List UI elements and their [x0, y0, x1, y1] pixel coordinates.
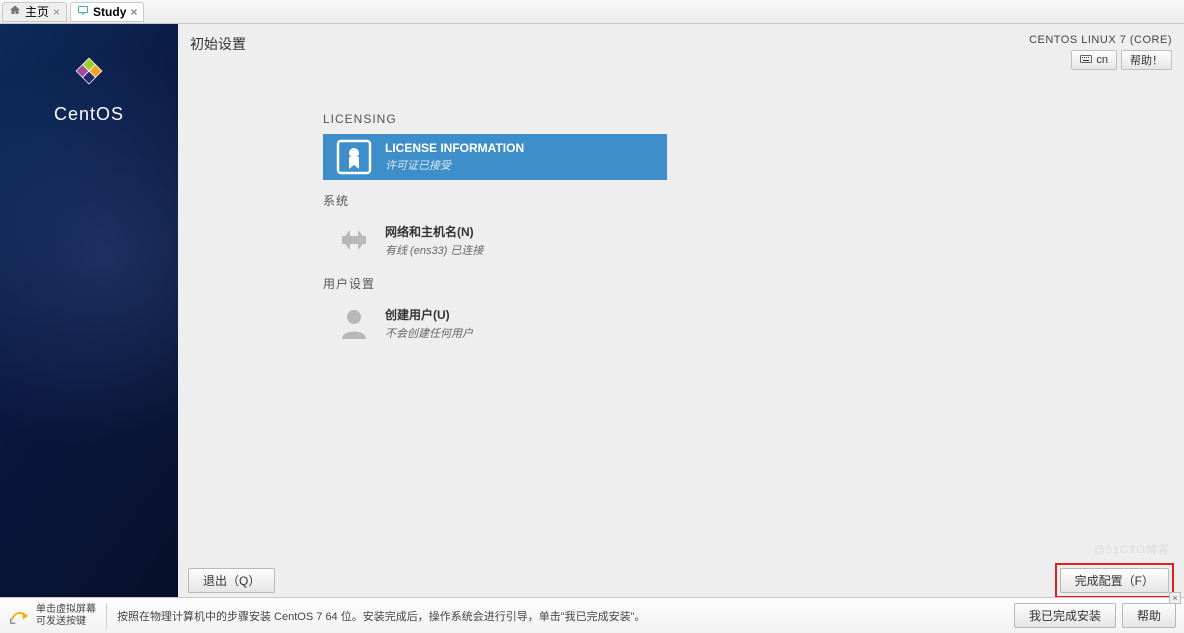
spoke-license-information[interactable]: LICENSE INFORMATION 许可证已接受 [323, 134, 667, 180]
done-install-button[interactable]: 我已完成安装 [1014, 603, 1116, 628]
vmware-click-hint-line2: 可发送按键 [36, 616, 96, 628]
page-title: 初始设置 [190, 34, 246, 54]
vmware-help-button[interactable]: 帮助 [1122, 603, 1176, 628]
cursor-bounce-icon [8, 603, 30, 628]
keyboard-layout-button[interactable]: cn [1071, 50, 1117, 70]
spoke-create-user[interactable]: 创建用户(U) 不会创建任何用户 [323, 300, 667, 346]
tab-home-close[interactable]: × [53, 6, 60, 18]
tab-home-label: 主页 [25, 3, 49, 20]
spoke-license-sub: 许可证已接受 [385, 157, 524, 173]
keyboard-icon [1080, 54, 1092, 67]
finish-configuration-button[interactable]: 完成配置（F） [1060, 568, 1169, 593]
spoke-network-title: 网络和主机名(N) [385, 223, 483, 240]
section-user-heading: 用户设置 [323, 275, 1184, 292]
vmware-click-hint: 单击虚拟屏幕 可发送按键 [36, 604, 96, 628]
vm-icon [77, 4, 89, 19]
tab-study-label: Study [93, 5, 126, 19]
keyboard-layout-code: cn [1096, 54, 1108, 66]
network-icon [331, 220, 377, 260]
home-icon [9, 4, 21, 19]
section-licensing-heading: LICENSING [323, 112, 1184, 126]
spoke-user-sub: 不会创建任何用户 [385, 325, 473, 341]
centos-brand-text: CentOS [54, 104, 124, 125]
vmware-install-instruction: 按照在物理计算机中的步骤安装 CentOS 7 64 位。安装完成后，操作系统会… [117, 608, 646, 624]
content-header: 初始设置 CENTOS LINUX 7 (CORE) cn 帮助！ [178, 24, 1184, 82]
vmware-hint-bar: × 单击虚拟屏幕 可发送按键 按照在物理计算机中的步骤安装 CentOS 7 6… [0, 597, 1184, 633]
spokes-container: LICENSING LICENSE INFORMATION 许可证已接受 系统 [178, 82, 1184, 346]
help-button-label: 帮助！ [1130, 52, 1163, 68]
installer-content: 初始设置 CENTOS LINUX 7 (CORE) cn 帮助！ [178, 24, 1184, 597]
vm-display-area: CentOS 初始设置 CENTOS LINUX 7 (CORE) cn 帮助！ [0, 24, 1184, 597]
finish-button-highlight: 完成配置（F） [1055, 563, 1174, 598]
spoke-license-title: LICENSE INFORMATION [385, 141, 524, 155]
product-name: CENTOS LINUX 7 (CORE) [1029, 34, 1172, 46]
help-button[interactable]: 帮助！ [1121, 50, 1172, 70]
tab-home[interactable]: 主页 × [2, 2, 67, 22]
tab-study-close[interactable]: × [130, 6, 137, 18]
app-tabbar: 主页 × Study × [0, 0, 1184, 24]
vmware-bar-separator [106, 603, 107, 629]
license-icon [331, 137, 377, 177]
installer-footer: 退出（Q） 完成配置（F） [178, 563, 1184, 597]
quit-button[interactable]: 退出（Q） [188, 568, 275, 593]
spoke-network-hostname[interactable]: 网络和主机名(N) 有线 (ens33) 已连接 [323, 217, 667, 263]
section-system-heading: 系统 [323, 192, 1184, 209]
watermark-text: @51CTO博客 [1094, 541, 1170, 557]
tab-study[interactable]: Study × [70, 2, 144, 22]
centos-logo-icon [67, 49, 111, 96]
spoke-user-title: 创建用户(U) [385, 306, 473, 323]
spoke-network-sub: 有线 (ens33) 已连接 [385, 242, 483, 258]
vmware-click-hint-line1: 单击虚拟屏幕 [36, 604, 96, 616]
user-icon [331, 303, 377, 343]
installer-sidebar: CentOS [0, 24, 178, 597]
